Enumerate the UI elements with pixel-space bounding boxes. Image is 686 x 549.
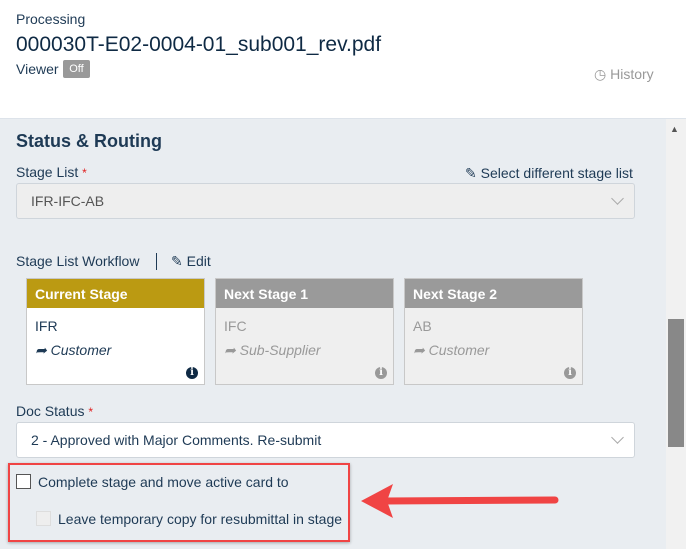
edit-workflow-link[interactable]: ✎ Edit bbox=[171, 253, 211, 270]
pencil-icon: ✎ bbox=[465, 165, 477, 181]
doc-status-select[interactable]: 2 - Approved with Major Comments. Re-sub… bbox=[16, 422, 635, 458]
scrollbar-thumb[interactable] bbox=[668, 319, 684, 447]
stage-card-current[interactable]: Current Stage IFR ➦ Customer i bbox=[26, 278, 205, 385]
chevron-down-icon bbox=[611, 192, 624, 205]
share-icon: ➦ bbox=[35, 342, 47, 358]
scroll-up-icon[interactable]: ▲ bbox=[670, 124, 679, 134]
stage-card-next-2[interactable]: Next Stage 2 AB ➦ Customer i bbox=[404, 278, 583, 385]
share-icon: ➦ bbox=[224, 342, 236, 358]
processing-label: Processing bbox=[16, 11, 86, 27]
card-stage: IFR bbox=[35, 318, 58, 334]
card-recipient: ➦ Sub-Supplier bbox=[224, 342, 321, 358]
stage-card-next-1[interactable]: Next Stage 1 IFC ➦ Sub-Supplier i bbox=[215, 278, 394, 385]
document-header: Processing 000030T-E02-0004-01_sub001_re… bbox=[0, 0, 686, 119]
stage-list-select[interactable]: IFR-IFC-AB bbox=[16, 183, 635, 219]
stage-list-label: Stage List * bbox=[16, 164, 87, 180]
info-icon[interactable]: i bbox=[186, 367, 198, 379]
pencil-icon: ✎ bbox=[171, 253, 183, 269]
chevron-down-icon bbox=[611, 431, 624, 444]
workflow-label: Stage List Workflow bbox=[16, 253, 140, 269]
file-name: 000030T-E02-0004-01_sub001_rev.pdf bbox=[16, 33, 382, 56]
annotation-arrow-icon bbox=[361, 484, 559, 518]
card-stage: AB bbox=[413, 318, 432, 334]
divider bbox=[156, 253, 157, 270]
card-stage: IFC bbox=[224, 318, 247, 334]
card-recipient: ➦ Customer bbox=[413, 342, 490, 358]
card-recipient: ➦ Customer bbox=[35, 342, 112, 358]
card-header: Next Stage 1 bbox=[216, 279, 393, 308]
history-label: History bbox=[610, 66, 654, 82]
share-icon: ➦ bbox=[413, 342, 425, 358]
card-header: Next Stage 2 bbox=[405, 279, 582, 308]
card-header: Current Stage bbox=[27, 279, 204, 308]
info-icon[interactable]: i bbox=[375, 367, 387, 379]
viewer-toggle[interactable]: Off bbox=[63, 60, 90, 78]
section-title: Status & Routing bbox=[16, 131, 162, 151]
highlight-box bbox=[8, 463, 350, 542]
doc-status-label: Doc Status * bbox=[16, 403, 94, 419]
clock-icon: ◷ bbox=[594, 66, 607, 82]
viewer-label: Viewer bbox=[16, 61, 59, 77]
history-link[interactable]: ◷ History bbox=[594, 66, 654, 83]
select-different-stage-list-link[interactable]: ✎ Select different stage list bbox=[465, 165, 633, 182]
info-icon[interactable]: i bbox=[564, 367, 576, 379]
